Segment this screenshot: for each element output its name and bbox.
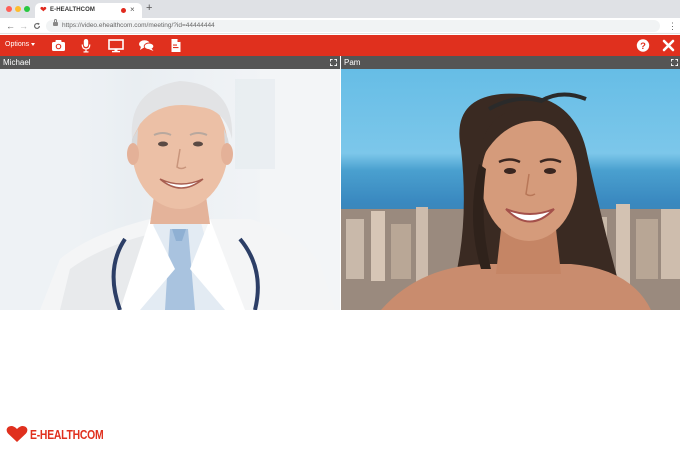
screen-share-icon[interactable] <box>108 37 124 54</box>
video-header-right: Pam <box>341 56 680 69</box>
heart-icon <box>6 426 28 442</box>
document-icon[interactable] <box>170 37 182 54</box>
help-icon[interactable]: ? <box>636 37 650 54</box>
participant-name: Pam <box>344 58 361 67</box>
new-tab-button[interactable]: + <box>146 2 152 15</box>
tab-title: E-HEALTHCOM <box>50 7 95 13</box>
minimize-window-button[interactable] <box>15 6 21 12</box>
video-feed-left <box>0 69 340 310</box>
close-window-button[interactable] <box>6 6 12 12</box>
options-menu[interactable]: Options <box>5 40 29 50</box>
doctor-video-image <box>0 69 340 310</box>
chevron-down-icon <box>31 43 35 46</box>
logo-text: E-HEALTHCOM <box>30 427 104 442</box>
address-bar: ← → https://video.ehealthcom.com/meeting… <box>0 18 680 34</box>
browser-menu-icon[interactable]: ⋮ <box>668 20 677 32</box>
close-icon[interactable] <box>662 37 675 54</box>
url-field[interactable]: https://video.ehealthcom.com/meeting/?id… <box>46 19 660 32</box>
reload-icon <box>34 22 40 29</box>
participant-name: Michael <box>3 58 31 67</box>
back-button[interactable]: ← <box>6 20 15 32</box>
browser-window: ❤ E-HEALTHCOM × + ← → https://video.ehea… <box>0 0 680 450</box>
favicon-heart-icon: ❤ <box>40 5 47 14</box>
maximize-window-button[interactable] <box>24 6 30 12</box>
url-text: https://video.ehealthcom.com/meeting/?id… <box>62 22 215 29</box>
browser-tab[interactable]: ❤ E-HEALTHCOM × <box>35 3 142 18</box>
svg-text:?: ? <box>640 41 646 52</box>
patient-video-image <box>341 92 680 310</box>
camera-icon[interactable] <box>51 37 66 54</box>
forward-button[interactable]: → <box>19 20 28 32</box>
video-feed-right <box>341 69 680 310</box>
microphone-icon[interactable] <box>81 37 91 54</box>
recording-indicator-icon <box>121 8 126 13</box>
fullscreen-icon[interactable] <box>671 59 678 66</box>
tab-strip: ❤ E-HEALTHCOM × + <box>0 0 680 18</box>
video-header-left: Michael <box>0 56 340 69</box>
app-toolbar: Options ? <box>0 35 680 56</box>
tab-close-icon[interactable]: × <box>130 4 135 16</box>
reload-button[interactable] <box>33 20 41 33</box>
lock-icon <box>53 19 58 26</box>
fullscreen-icon[interactable] <box>330 59 337 66</box>
chat-icon[interactable] <box>138 37 155 54</box>
